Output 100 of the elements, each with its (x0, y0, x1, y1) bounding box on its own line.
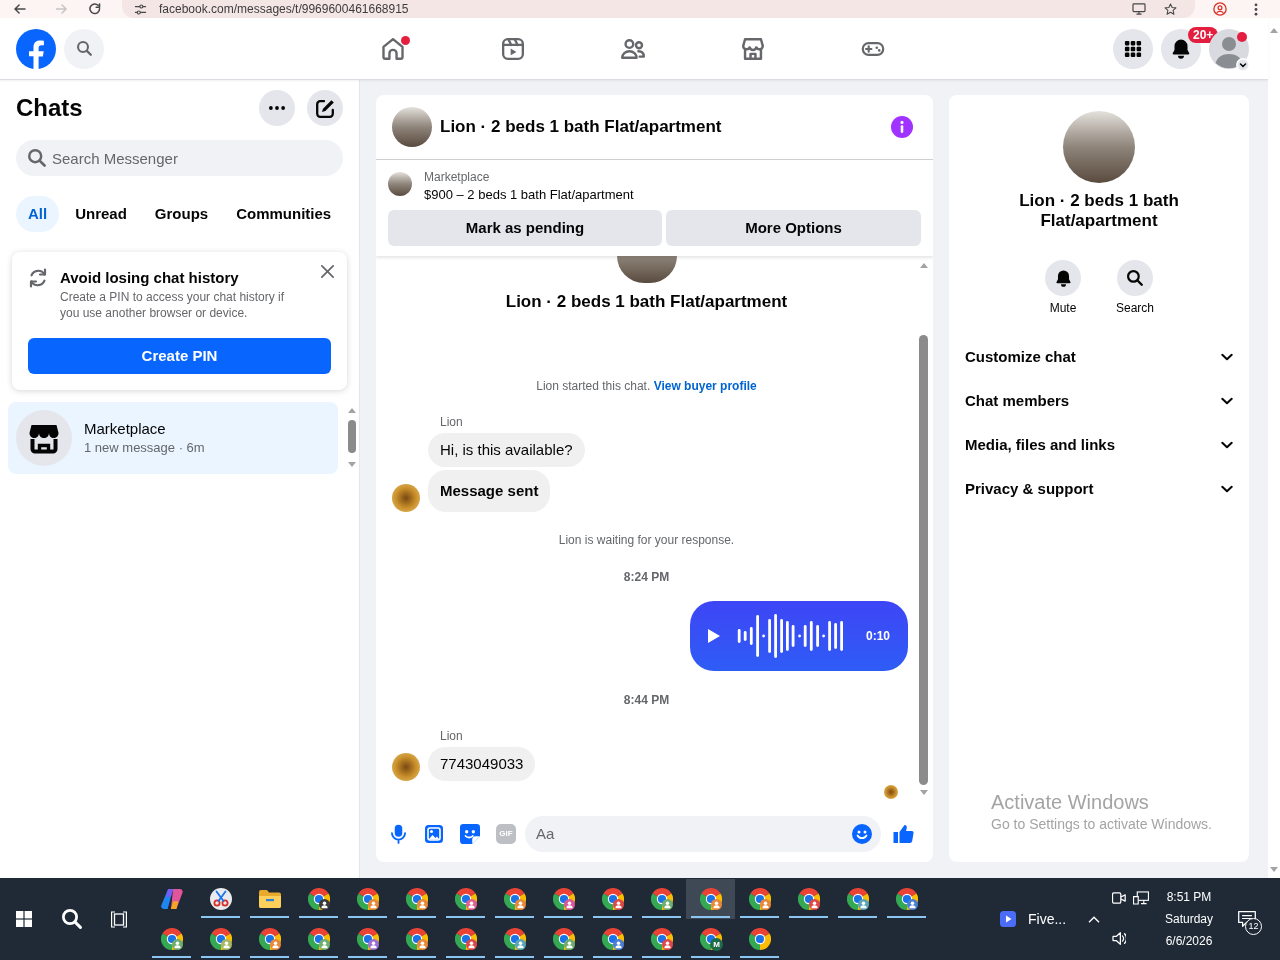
sidebar-title: Chats (16, 93, 83, 123)
address-bar[interactable]: facebook.com/messages/t/9969600461668915 (122, 0, 1195, 18)
notification-count-badge: 12 (1245, 918, 1262, 935)
info-icon[interactable] (891, 116, 913, 138)
filter-tab[interactable]: Groups (142, 196, 221, 232)
buyer-profile-link[interactable]: View buyer profile (653, 379, 757, 393)
back-arrow-icon[interactable] (14, 4, 26, 14)
accordion-item[interactable]: Privacy & support (949, 467, 1249, 511)
photo-placeholder (616, 256, 677, 283)
chat-list-item[interactable]: Marketplace 1 new message · 6m (8, 402, 338, 474)
taskbar-button[interactable] (686, 879, 735, 919)
chat-preview: 1 new message · 6m (84, 439, 205, 457)
microphone-icon[interactable] (390, 823, 406, 844)
avatar-placeholder (392, 484, 420, 512)
menu-button[interactable] (1113, 28, 1153, 69)
install-app-icon[interactable] (1132, 3, 1146, 15)
notification-icon[interactable] (1238, 911, 1256, 927)
bell-icon (1055, 269, 1071, 287)
taskbar-button[interactable]: M (686, 919, 735, 959)
compose-icon (315, 98, 335, 118)
search-field[interactable]: Search Messenger (16, 140, 343, 176)
listing-summary: $900 – 2 beds 1 bath Flat/apartment (424, 186, 634, 204)
accordion-item[interactable]: Chat members (949, 379, 1249, 423)
taskbar-app-button[interactable]: Five... (992, 905, 1082, 933)
sender-name: Lion (440, 728, 463, 744)
system-message: Lion started this chat. View buyer profile (536, 378, 757, 394)
listing-action-button[interactable]: Mark as pending (388, 210, 662, 246)
search-icon (1127, 270, 1143, 286)
details-title: Lion · 2 beds 1 bath Flat/apartment (1018, 191, 1180, 231)
search-icon[interactable] (61, 909, 82, 929)
avatar-placeholder (392, 753, 420, 781)
scissors-icon (209, 888, 232, 910)
profile-icon[interactable] (1213, 2, 1227, 16)
create-pin-button[interactable]: Create PIN (28, 338, 331, 374)
new-message-button[interactable] (307, 90, 343, 126)
browser-icon (748, 928, 771, 950)
copilot-icon (160, 888, 183, 910)
sticker-icon[interactable] (460, 823, 480, 844)
home-icon (382, 37, 404, 60)
timestamp: 8:24 PM (623, 569, 670, 585)
chevron-down-icon (1221, 353, 1233, 361)
chevron-down-icon (1221, 441, 1233, 449)
logo-icon[interactable] (16, 28, 56, 69)
notice-text: Create a PIN to access your chat history if you use another browser or device. (60, 289, 286, 321)
chat-intro-title: Lion · 2 beds 1 bath Flat/apartment (505, 291, 788, 313)
star-icon[interactable] (1164, 2, 1177, 16)
search-label: Search (1116, 300, 1154, 316)
clock-day: Saturday (1165, 908, 1213, 930)
store-icon (742, 37, 764, 60)
chevron-down-icon (1221, 397, 1233, 405)
listing-source: Marketplace (424, 169, 491, 185)
gamepad-icon (861, 41, 885, 56)
photo-placeholder (392, 107, 432, 147)
timestamp: 8:44 PM (623, 692, 670, 708)
message-bubble: Message sent (428, 470, 551, 512)
video-app-icon (1000, 911, 1016, 927)
search-button[interactable] (1117, 260, 1153, 296)
thumbs-up-icon[interactable] (892, 823, 914, 844)
activation-title: Activate Windows (991, 790, 1150, 814)
grid-icon (1124, 39, 1142, 58)
volume-icon[interactable] (1112, 932, 1126, 945)
reload-icon[interactable] (89, 3, 101, 15)
emoji-icon[interactable] (852, 823, 872, 844)
mute-label: Mute (1049, 300, 1077, 316)
scrollbar-thumb[interactable] (348, 420, 356, 453)
tune-icon[interactable] (134, 3, 147, 15)
store-icon (16, 410, 72, 466)
play-icon[interactable] (708, 629, 720, 643)
accordion-item[interactable]: Customize chat (949, 335, 1249, 379)
message-bubble: 7743049033 (428, 747, 536, 781)
activation-text: Go to Settings to activate Windows. (991, 815, 1212, 833)
filter-tab[interactable]: Communities (224, 196, 344, 232)
chat-name: Marketplace (84, 419, 167, 439)
bell-icon (1172, 38, 1190, 59)
task-view-icon[interactable] (110, 910, 128, 928)
windows-logo-icon[interactable] (16, 911, 32, 927)
accordion-item[interactable]: Media, files and links (949, 423, 1249, 467)
listing-action-button[interactable]: More Options (666, 210, 921, 246)
chat-title: Lion · 2 beds 1 bath Flat/apartment (440, 116, 722, 138)
sender-name: Lion (440, 414, 463, 430)
mute-button[interactable] (1045, 260, 1081, 296)
close-icon[interactable] (321, 265, 334, 278)
camera-icon[interactable] (1112, 891, 1126, 904)
video-icon (502, 37, 524, 60)
image-icon[interactable] (425, 824, 443, 843)
sync-icon (28, 268, 48, 288)
url-text: facebook.com/messages/t/9969600461668915 (159, 1, 409, 17)
filter-tab[interactable]: All (16, 196, 60, 232)
friends-icon (621, 37, 645, 60)
filter-tab[interactable]: Unread (63, 196, 139, 232)
message-input[interactable]: Aa (525, 815, 881, 852)
more-options-button[interactable] (259, 90, 295, 126)
chevron-down-icon (1221, 485, 1233, 493)
chevron-up-icon[interactable] (1088, 915, 1100, 923)
folder-icon (258, 890, 281, 908)
network-icon[interactable] (1133, 890, 1149, 905)
search-icon (76, 41, 92, 56)
scrollbar-thumb[interactable] (919, 335, 928, 785)
kebab-menu-icon[interactable] (1254, 2, 1258, 16)
voice-duration: 0:10 (865, 628, 890, 644)
